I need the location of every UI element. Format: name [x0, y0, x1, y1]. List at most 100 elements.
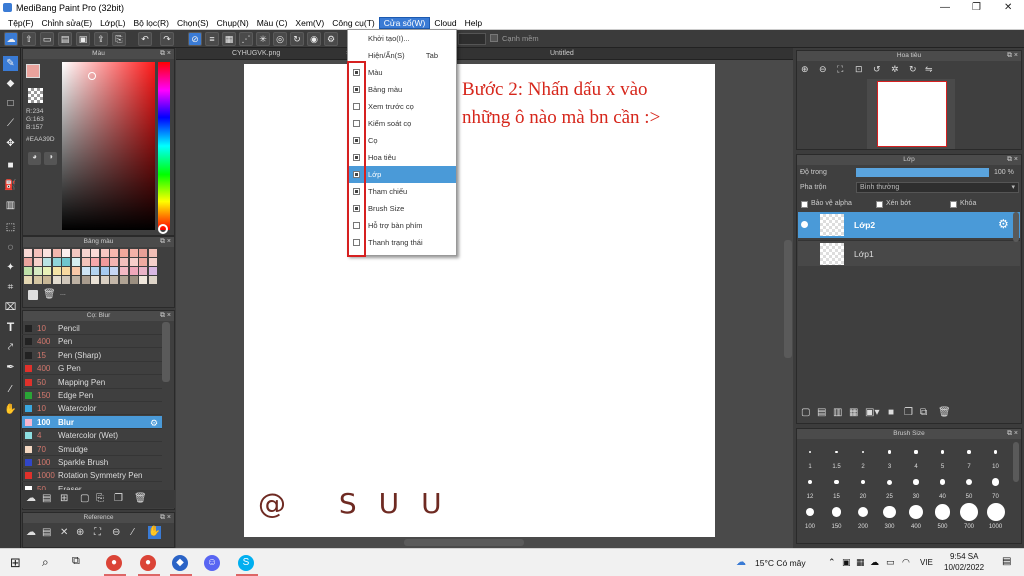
palette-swatch[interactable] [24, 276, 32, 284]
ref-open-icon[interactable]: ▤ [42, 527, 51, 538]
menu-view[interactable]: Xem(V) [291, 18, 328, 28]
nav-fit-icon[interactable]: ⛶ [837, 64, 843, 75]
minimize-icon[interactable]: — [940, 2, 950, 13]
palette-swatch[interactable] [72, 267, 80, 275]
new-palette-icon[interactable] [28, 290, 38, 300]
ref-hand-icon[interactable]: ✋ [148, 526, 161, 539]
new-1bit-layer-icon[interactable]: ▦ [849, 407, 858, 418]
menu-layer[interactable]: Lớp(L) [96, 18, 129, 28]
comment2-icon[interactable]: ▣ [76, 32, 90, 46]
panel-menu-icon[interactable]: ⧉ × [1007, 51, 1018, 61]
line-tool-icon[interactable]: ⟋ [3, 116, 18, 131]
vanish-snap-icon[interactable]: ⋰ [239, 32, 253, 46]
brush-item[interactable]: 10 Watercolor [22, 402, 162, 416]
tablet-icon[interactable]: ▭ [40, 32, 54, 46]
battery-icon[interactable]: ▭ [886, 557, 895, 568]
medibang-icon[interactable]: ◆ [172, 555, 188, 571]
ellipse-snap-icon[interactable]: ◉ [307, 32, 321, 46]
brush-size-dot[interactable] [939, 479, 946, 485]
saturation-value-picker[interactable] [62, 62, 155, 230]
gradient-tool-icon[interactable]: ▥ [3, 198, 18, 213]
nav-actual-icon[interactable]: ⊡ [855, 64, 863, 75]
brush-size-dot[interactable] [887, 479, 892, 485]
brush-copy-icon[interactable]: ❐ [114, 493, 123, 504]
delete-layer-icon[interactable]: 🗑 [938, 407, 951, 418]
palette-swatch[interactable] [120, 249, 128, 257]
palette-swatch[interactable] [129, 258, 138, 266]
menu-filter[interactable]: Bộ lọc(R) [130, 18, 173, 28]
palette-swatch[interactable] [72, 249, 80, 257]
cloud-icon[interactable]: ☁ [4, 32, 18, 46]
canvas-horizontal-scrollbar[interactable] [404, 539, 524, 546]
maximize-icon[interactable]: ❐ [972, 2, 981, 13]
tab-cyhugvk[interactable]: CYHUGVK.png [232, 50, 280, 57]
panel-menu-icon[interactable]: ⧉ × [1007, 155, 1018, 165]
ref-cloud-icon[interactable]: ☁ [26, 527, 36, 538]
color-hex-value[interactable]: #EAA39D [26, 136, 55, 143]
palette-swatch[interactable] [139, 258, 148, 266]
palette-swatch[interactable] [91, 267, 100, 275]
palette-swatch[interactable] [72, 276, 80, 284]
palette-swatch[interactable] [24, 267, 32, 275]
ref-close-icon[interactable]: ✕ [60, 527, 68, 538]
snap-dropdown[interactable] [458, 33, 486, 45]
palette-swatch[interactable] [52, 267, 61, 275]
skype-icon[interactable]: S [238, 555, 254, 571]
palette-swatch[interactable] [43, 249, 52, 257]
palette-swatch[interactable] [62, 276, 71, 284]
menu-select[interactable]: Chọn(S) [173, 18, 213, 28]
layer-list-scrollbar[interactable] [1013, 212, 1019, 242]
dot-tool-icon[interactable]: □ [3, 96, 18, 111]
settings-snap-icon[interactable]: ⚙ [324, 32, 338, 46]
nav-zoom-out-icon[interactable]: ⊖ [819, 64, 827, 75]
windows-start-icon[interactable]: ⊞ [10, 555, 21, 571]
language-indicator[interactable]: VIE [920, 558, 933, 567]
palette-swatch[interactable] [129, 249, 138, 257]
duplicate-layer-icon[interactable]: ❐ [904, 407, 913, 418]
brush-tool-icon[interactable]: ✎ [3, 56, 18, 71]
magic-wand-tool-icon[interactable]: ✦ [3, 260, 18, 275]
hand-tool-icon[interactable]: ✋ [3, 402, 18, 417]
palette-swatch[interactable] [148, 276, 157, 284]
visibility-eye-icon[interactable] [801, 221, 808, 228]
palette-swatch[interactable] [91, 276, 100, 284]
divide-tool-icon[interactable]: ✒ [3, 360, 18, 375]
palette-swatch[interactable] [81, 258, 90, 266]
palette-swatch[interactable] [81, 276, 90, 284]
brush-item[interactable]: 70 Smudge [22, 443, 162, 456]
palette-swatch[interactable] [52, 249, 61, 257]
palette-swatch[interactable] [110, 249, 119, 257]
palette-swatch[interactable] [100, 267, 109, 275]
palette-swatch[interactable] [120, 276, 128, 284]
brush-delete-icon[interactable]: 🗑 [134, 493, 147, 504]
brush-list-scrollbar[interactable] [162, 322, 170, 382]
brush-item[interactable]: 1000 Rotation Symmetry Pen [22, 469, 162, 483]
brush-size-dot[interactable] [909, 505, 923, 519]
nav-rotate-left-icon[interactable]: ↺ [873, 64, 881, 75]
move-tool-icon[interactable]: ✥ [3, 136, 18, 151]
palette-swatch[interactable] [24, 258, 32, 266]
brush-item[interactable]: 100 Sparkle Brush [22, 456, 162, 469]
palette-swatch[interactable] [129, 267, 138, 275]
palette-swatch[interactable] [139, 276, 148, 284]
layer-folder-icon[interactable]: ■ [888, 407, 894, 418]
upload-icon[interactable]: ⇧ [22, 32, 36, 46]
text-tool-icon[interactable]: T [3, 320, 18, 335]
notification-icon[interactable]: ▤ [1002, 556, 1011, 567]
palette-swatch[interactable] [52, 276, 61, 284]
new-layer-icon[interactable]: ▢ [801, 407, 810, 418]
panel-menu-icon[interactable]: ⧉ × [160, 237, 171, 247]
share-icon[interactable]: ⇪ [94, 32, 108, 46]
close-icon[interactable]: ✕ [1004, 2, 1012, 13]
brush-size-dot[interactable] [991, 478, 999, 486]
protect-alpha-checkbox[interactable] [801, 201, 808, 208]
palette-swatch[interactable] [43, 267, 52, 275]
select-pen-tool-icon[interactable]: ⌗ [3, 280, 18, 295]
brush-size-dot[interactable] [806, 508, 814, 516]
menu-help[interactable]: Help [461, 18, 486, 28]
brush-size-dot[interactable] [914, 450, 918, 454]
navigator-viewport[interactable] [877, 81, 947, 147]
operation-tool-icon[interactable]: ⤤ [3, 340, 18, 355]
brush-size-dot[interactable] [967, 450, 971, 454]
undo-icon[interactable]: ↶ [138, 32, 152, 46]
